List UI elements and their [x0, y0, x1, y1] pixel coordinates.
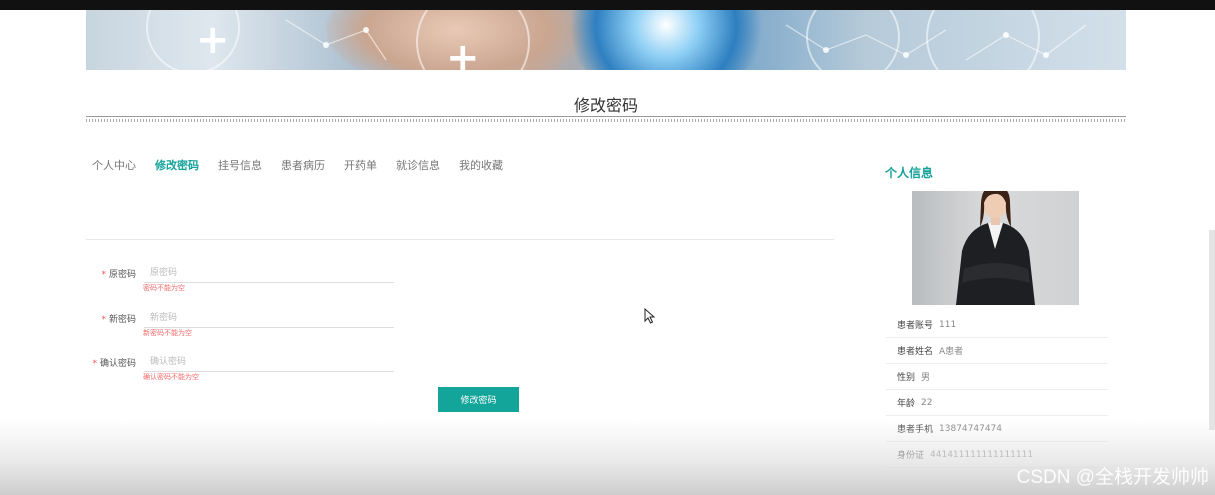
- title-divider: [86, 116, 1126, 125]
- profile-row-name: 患者姓名 A患者: [886, 338, 1108, 364]
- tab-visit-info[interactable]: 就诊信息: [396, 157, 440, 173]
- confirm-password-row: * 确认密码 确认密码不能为空: [86, 352, 406, 396]
- confirm-password-label: * 确认密码: [92, 359, 136, 369]
- old-password-label: * 原密码: [101, 270, 136, 280]
- tab-favorites[interactable]: 我的收藏: [459, 157, 503, 173]
- new-password-row: * 新密码 新密码不能为空: [86, 308, 406, 352]
- new-password-error: 新密码不能为空: [143, 329, 192, 337]
- avatar: [912, 191, 1079, 305]
- new-password-label: * 新密码: [101, 315, 136, 325]
- profile-title: 个人信息: [885, 166, 934, 180]
- profile-row-account: 患者账号 111: [886, 312, 1108, 338]
- confirm-password-input[interactable]: [144, 352, 394, 372]
- change-password-button[interactable]: 修改密码: [438, 387, 519, 412]
- tab-change-password[interactable]: 修改密码: [155, 157, 199, 173]
- profile-row-age: 年龄 22: [886, 390, 1108, 416]
- confirm-password-error: 确认密码不能为空: [143, 373, 199, 381]
- tab-prescriptions[interactable]: 开药单: [344, 157, 377, 173]
- user-center-tabs: 个人中心 修改密码 挂号信息 患者病历 开药单 就诊信息 我的收藏: [92, 157, 522, 173]
- tab-medical-records[interactable]: 患者病历: [281, 157, 325, 173]
- network-lines-decoration: [285, 19, 1087, 61]
- tab-registration-info[interactable]: 挂号信息: [218, 157, 262, 173]
- profile-info-list: 患者账号 111 患者姓名 A患者 性别 男 年龄 22 患者手机 138747…: [886, 312, 1108, 468]
- old-password-error: 密码不能为空: [143, 284, 185, 292]
- tabs-divider: [86, 239, 834, 240]
- page-title: 修改密码: [573, 96, 638, 115]
- mouse-pointer-icon: [644, 308, 656, 324]
- tab-personal-center[interactable]: 个人中心: [92, 157, 136, 173]
- profile-row-phone: 患者手机 13874747474: [886, 416, 1108, 442]
- profile-photo: [956, 191, 1035, 305]
- header-banner-image: + +: [86, 10, 1126, 70]
- profile-row-gender: 性别 男: [886, 364, 1108, 390]
- window-top-bar: [0, 0, 1215, 10]
- old-password-input[interactable]: [144, 263, 394, 283]
- page-scrollbar[interactable]: [1209, 230, 1215, 430]
- new-password-input[interactable]: [144, 308, 394, 328]
- watermark-text: CSDN @全栈开发帅帅: [1016, 467, 1209, 488]
- old-password-row: * 原密码 密码不能为空: [86, 263, 406, 307]
